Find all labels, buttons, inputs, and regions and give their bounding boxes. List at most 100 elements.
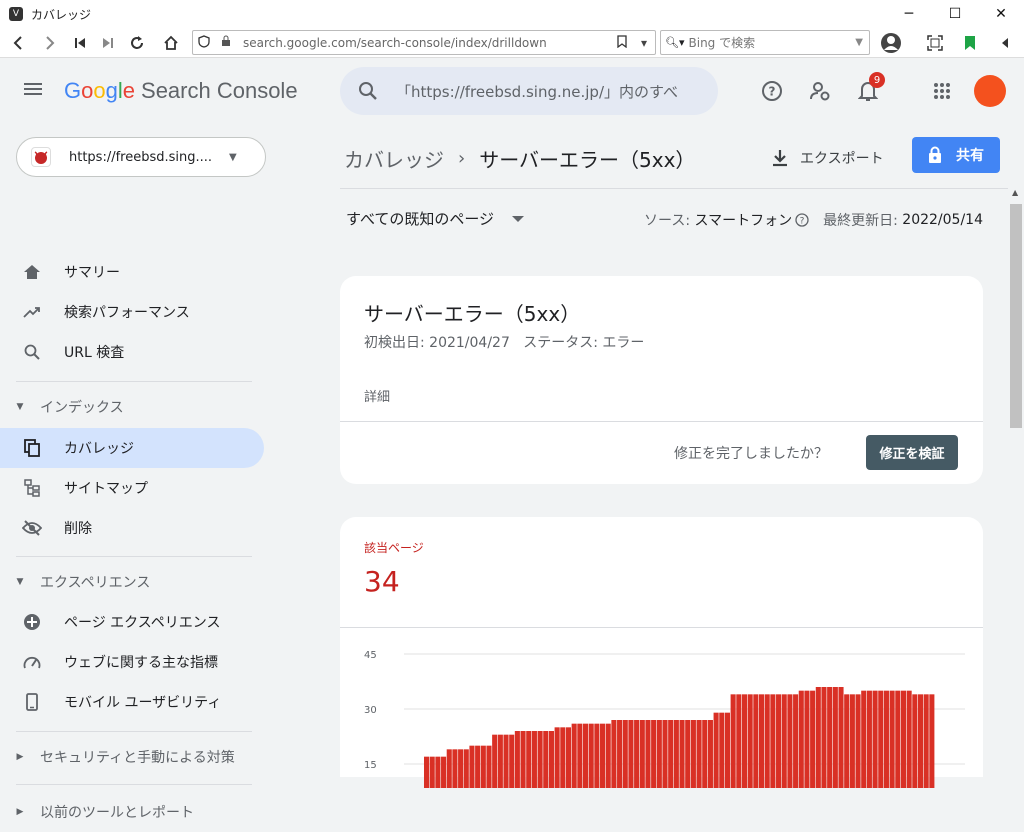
chart-bar[interactable] <box>923 694 929 788</box>
chart-bar[interactable] <box>849 694 855 788</box>
chart-bar[interactable] <box>719 712 725 788</box>
chart-bar[interactable] <box>668 720 674 788</box>
chart-bar[interactable] <box>776 694 782 788</box>
chart-bar[interactable] <box>906 690 912 788</box>
property-selector[interactable]: https://freebsd.sing.... ▼ <box>16 137 266 177</box>
url-text[interactable]: search.google.com/search-console/index/d… <box>243 36 611 50</box>
chart-bar[interactable] <box>656 720 662 788</box>
chart-bar[interactable] <box>917 694 924 788</box>
chart-bar[interactable] <box>832 687 838 788</box>
avatar[interactable] <box>974 75 1006 107</box>
chart-bar[interactable] <box>889 690 895 788</box>
manage-users-icon[interactable] <box>805 76 835 106</box>
chart-bar[interactable] <box>554 727 560 788</box>
chart-bar[interactable] <box>821 687 827 788</box>
web-search-box[interactable]: 🔍︎▾ ▼ <box>660 30 870 55</box>
chart-bar[interactable] <box>713 712 719 788</box>
chart-bar[interactable] <box>600 723 606 788</box>
chart-bar[interactable] <box>844 694 850 788</box>
chart-bar[interactable] <box>798 690 804 788</box>
chart-bar[interactable] <box>702 720 708 788</box>
chart-bar[interactable] <box>912 694 918 788</box>
menu-icon[interactable] <box>24 80 48 102</box>
chart-bar[interactable] <box>526 731 532 788</box>
chart-bar[interactable] <box>855 694 861 788</box>
minimize-button[interactable]: ─ <box>886 0 932 28</box>
search-engine-icon[interactable]: 🔍︎▾ <box>665 36 685 49</box>
chart-bar[interactable] <box>787 694 793 788</box>
sidebar-item-summary[interactable]: サマリー <box>0 252 264 292</box>
chart-bar[interactable] <box>617 720 623 788</box>
chart-bar[interactable] <box>565 727 572 788</box>
scrollbar-thumb[interactable] <box>1010 204 1022 428</box>
chart-bar[interactable] <box>781 694 787 788</box>
chart-bar[interactable] <box>770 694 776 788</box>
chevron-down-icon[interactable]: ▼ <box>855 37 863 48</box>
section-legacy-tools[interactable]: ▶ 以前のツールとレポート <box>0 792 264 832</box>
section-security[interactable]: ▶ セキュリティと手動による対策 <box>0 737 264 777</box>
chart-bar[interactable] <box>690 720 696 788</box>
chart-bar[interactable] <box>560 727 566 788</box>
chart-bar[interactable] <box>520 731 526 788</box>
sidebar-item-page-experience[interactable]: ページ エクスペリエンス <box>0 602 264 642</box>
address-bar[interactable]: search.google.com/search-console/index/d… <box>192 30 656 55</box>
chart-bar[interactable] <box>446 749 452 788</box>
chart-bar[interactable] <box>588 723 594 788</box>
chart-bar[interactable] <box>861 690 867 788</box>
search-icon[interactable] <box>340 81 396 101</box>
forward-icon[interactable] <box>35 29 65 57</box>
page-filter-dropdown[interactable]: すべての既知のページ <box>346 208 525 229</box>
chart-bar[interactable] <box>651 720 657 788</box>
search-console-logo[interactable]: Google Search Console <box>64 78 298 104</box>
chart-bar[interactable] <box>503 734 509 788</box>
chart-bar[interactable] <box>645 720 651 788</box>
export-button[interactable]: エクスポート <box>772 140 884 176</box>
sidebar-item-mobile-usability[interactable]: モバイル ユーザビリティ <box>0 682 264 722</box>
sidebar-item-sitemaps[interactable]: サイトマップ <box>0 468 264 508</box>
maximize-button[interactable]: ☐ <box>932 0 978 28</box>
chart-bar[interactable] <box>724 712 730 788</box>
chart-bar[interactable] <box>895 690 901 788</box>
chart-bar[interactable] <box>475 745 481 788</box>
chart-bar[interactable] <box>452 749 458 788</box>
chart-bar[interactable] <box>531 731 537 788</box>
chart-bar[interactable] <box>747 694 753 788</box>
chart-bar[interactable] <box>548 731 554 788</box>
chart-bar[interactable] <box>878 690 884 788</box>
url-inspect-input[interactable] <box>396 82 696 100</box>
sidebar-item-url-inspection[interactable]: URL 検査 <box>0 332 264 372</box>
bookmark-icon[interactable] <box>611 34 633 51</box>
notifications-icon[interactable]: 9 <box>853 72 885 106</box>
chart-bar[interactable] <box>679 720 685 788</box>
chart-bar[interactable] <box>509 734 515 788</box>
sidebar-item-performance[interactable]: 検索パフォーマンス <box>0 292 264 332</box>
chart-bar[interactable] <box>827 687 833 788</box>
chart-bar[interactable] <box>804 690 810 788</box>
chart-bar[interactable] <box>753 694 759 788</box>
breadcrumb-parent[interactable]: カバレッジ <box>344 144 444 173</box>
chart-bar[interactable] <box>514 731 520 788</box>
chart-bar[interactable] <box>662 720 668 788</box>
sidebar-item-core-web-vitals[interactable]: ウェブに関する主な指標 <box>0 642 264 682</box>
fast-forward-icon[interactable] <box>93 29 123 57</box>
chart-bar[interactable] <box>736 694 742 788</box>
chart-bar[interactable] <box>424 756 430 788</box>
chart-bar[interactable] <box>537 731 543 788</box>
chart-bar[interactable] <box>793 694 799 788</box>
chart-bar[interactable] <box>929 694 935 788</box>
chart-bar[interactable] <box>634 720 640 788</box>
home-browser-icon[interactable] <box>156 29 186 57</box>
sidebar-item-removals[interactable]: 削除 <box>0 508 264 548</box>
chart-bar[interactable] <box>628 720 634 788</box>
chart-bar[interactable] <box>463 749 469 788</box>
chart-bar[interactable] <box>611 720 617 788</box>
chart-bar[interactable] <box>492 734 498 788</box>
rewind-icon[interactable] <box>65 29 95 57</box>
apps-grid-icon[interactable] <box>927 76 957 106</box>
scroll-up-icon[interactable]: ▲ <box>1012 188 1018 197</box>
chart-bar[interactable] <box>900 690 907 788</box>
chart-bar[interactable] <box>543 731 549 788</box>
close-button[interactable]: ✕ <box>978 0 1024 28</box>
share-button[interactable]: 共有 <box>912 137 1000 173</box>
extension-icon[interactable] <box>955 28 985 58</box>
